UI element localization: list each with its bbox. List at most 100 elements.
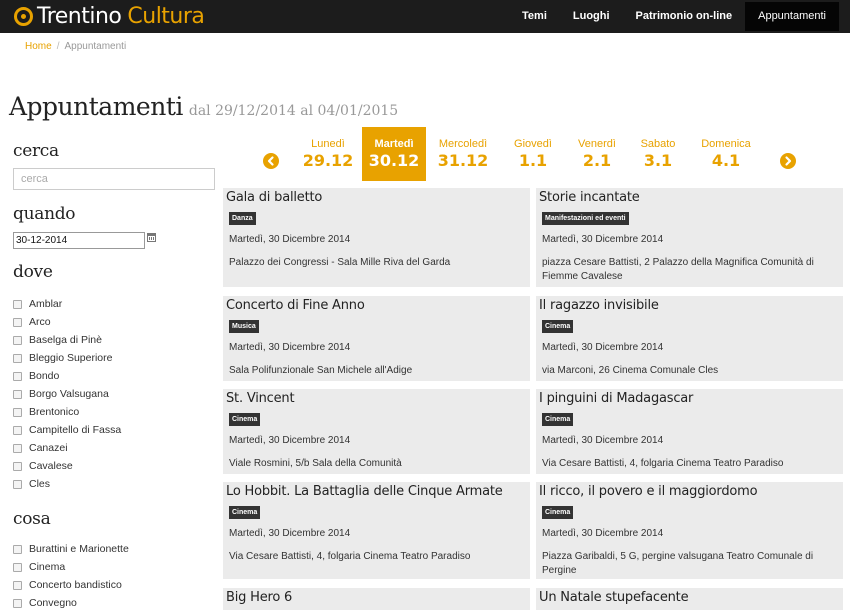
where-option[interactable]: Borgo Valsugana xyxy=(13,385,121,403)
where-option[interactable]: Amblar xyxy=(13,295,121,313)
event-title[interactable]: Un Natale stupefacente xyxy=(539,590,689,605)
day-name: Lunedì xyxy=(311,138,345,150)
where-option[interactable]: Canazei xyxy=(13,439,121,457)
checkbox[interactable] xyxy=(13,389,22,399)
checkbox[interactable] xyxy=(13,353,22,363)
nav-item-patrimonio[interactable]: Patrimonio on-line xyxy=(623,2,746,31)
where-option[interactable]: Campitello di Fassa xyxy=(13,421,121,439)
event-title[interactable]: Storie incantate xyxy=(539,190,640,205)
event-category-badge: Manifestazioni ed eventi xyxy=(542,212,629,225)
nav-item-luoghi[interactable]: Luoghi xyxy=(560,2,623,31)
checkbox[interactable] xyxy=(13,461,22,471)
where-option[interactable]: Brentonico xyxy=(13,403,121,421)
day-thursday[interactable]: Giovedì 1.1 xyxy=(501,127,565,181)
logo-ring-icon xyxy=(14,7,33,26)
prev-week-button[interactable] xyxy=(263,153,279,169)
day-saturday[interactable]: Sabato 3.1 xyxy=(626,127,690,181)
event-card[interactable]: Big Hero 6 xyxy=(223,588,530,610)
event-place: Palazzo dei Congressi - Sala Mille Riva … xyxy=(229,257,451,268)
event-date: Martedì, 30 Dicembre 2014 xyxy=(542,342,664,353)
where-option[interactable]: Bleggio Superiore xyxy=(13,349,121,367)
checkbox[interactable] xyxy=(13,317,22,327)
day-name: Giovedì xyxy=(514,138,552,150)
day-date: 29.12 xyxy=(302,151,354,170)
day-tuesday[interactable]: Martedì 30.12 xyxy=(362,127,426,181)
checkbox[interactable] xyxy=(13,443,22,453)
event-card[interactable]: Storie incantate Manifestazioni ed event… xyxy=(536,188,843,287)
event-title[interactable]: Il ricco, il povero e il maggiordomo xyxy=(539,484,758,499)
what-option[interactable]: Burattini e Marionette xyxy=(13,540,129,558)
day-monday[interactable]: Lunedì 29.12 xyxy=(296,127,360,181)
page-date-range: dal 29/12/2014 al 04/01/2015 xyxy=(188,103,399,119)
event-date: Martedì, 30 Dicembre 2014 xyxy=(229,234,351,245)
day-date: 2.1 xyxy=(582,151,612,170)
checkbox[interactable] xyxy=(13,371,22,381)
event-card[interactable]: I pinguini di Madagascar Cinema Martedì,… xyxy=(536,389,843,474)
where-option[interactable]: Baselga di Pinè xyxy=(13,331,121,349)
where-option[interactable]: Cles xyxy=(13,475,121,493)
site-logo[interactable]: Trentino Cultura xyxy=(14,3,205,30)
top-bar: Trentino Cultura Temi Luoghi Patrimonio … xyxy=(0,0,850,33)
event-card[interactable]: Concerto di Fine Anno Musica Martedì, 30… xyxy=(223,296,530,381)
event-title[interactable]: Lo Hobbit. La Battaglia delle Cinque Arm… xyxy=(226,484,503,499)
checkbox[interactable] xyxy=(13,580,22,590)
checkbox[interactable] xyxy=(13,407,22,417)
event-date: Martedì, 30 Dicembre 2014 xyxy=(542,234,664,245)
event-category-badge: Cinema xyxy=(229,413,261,426)
event-place: Sala Polifunzionale San Michele all'Adig… xyxy=(229,365,413,376)
event-category-badge: Danza xyxy=(229,212,256,225)
chevron-right-circle-icon xyxy=(785,156,792,166)
checkbox[interactable] xyxy=(13,299,22,309)
where-option[interactable]: Bondo xyxy=(13,367,121,385)
event-title[interactable]: Il ragazzo invisibile xyxy=(539,298,659,313)
what-option[interactable]: Cinema xyxy=(13,558,129,576)
date-input[interactable] xyxy=(13,232,145,249)
event-category-badge: Musica xyxy=(229,320,259,333)
event-title[interactable]: Gala di balletto xyxy=(226,190,322,205)
event-place: Via Cesare Battisti, 4, folgaria Cinema … xyxy=(542,458,784,469)
where-list: Amblar Arco Baselga di Pinè Bleggio Supe… xyxy=(13,295,121,493)
breadcrumb-home[interactable]: Home xyxy=(25,41,52,52)
search-input[interactable] xyxy=(13,168,215,190)
event-title[interactable]: I pinguini di Madagascar xyxy=(539,391,693,406)
event-category-badge: Cinema xyxy=(542,320,574,333)
event-card[interactable]: Gala di balletto Danza Martedì, 30 Dicem… xyxy=(223,188,530,287)
next-week-button[interactable] xyxy=(780,153,796,169)
day-date: 30.12 xyxy=(368,151,420,170)
where-option-label: Baselga di Pinè xyxy=(29,334,102,346)
page-title-text: Appuntamenti xyxy=(9,92,183,121)
checkbox[interactable] xyxy=(13,425,22,435)
checkbox[interactable] xyxy=(13,562,22,572)
where-option[interactable]: Cavalese xyxy=(13,457,121,475)
event-place: Viale Rosmini, 5/b Sala della Comunità xyxy=(229,458,402,469)
checkbox[interactable] xyxy=(13,598,22,608)
checkbox[interactable] xyxy=(13,335,22,345)
checkbox[interactable] xyxy=(13,479,22,489)
event-title[interactable]: St. Vincent xyxy=(226,391,295,406)
event-title[interactable]: Big Hero 6 xyxy=(226,590,292,605)
nav-item-temi[interactable]: Temi xyxy=(509,2,560,31)
where-option-label: Campitello di Fassa xyxy=(29,424,122,436)
event-card[interactable]: Il ricco, il povero e il maggiordomo Cin… xyxy=(536,482,843,579)
event-card[interactable]: Lo Hobbit. La Battaglia delle Cinque Arm… xyxy=(223,482,530,579)
what-option[interactable]: Concerto bandistico xyxy=(13,576,129,594)
day-name: Martedì xyxy=(374,138,414,150)
event-place: Via Cesare Battisti, 4, folgaria Cinema … xyxy=(229,551,471,562)
event-title[interactable]: Concerto di Fine Anno xyxy=(226,298,365,313)
calendar-icon[interactable] xyxy=(147,233,156,242)
checkbox[interactable] xyxy=(13,544,22,554)
nav-item-appuntamenti[interactable]: Appuntamenti xyxy=(745,2,839,31)
event-card[interactable]: St. Vincent Cinema Martedì, 30 Dicembre … xyxy=(223,389,530,474)
day-wednesday[interactable]: Mercoledì 31.12 xyxy=(431,127,495,181)
event-card[interactable]: Il ragazzo invisibile Cinema Martedì, 30… xyxy=(536,296,843,381)
event-place: piazza Cesare Battisti, 2 Palazzo della … xyxy=(542,257,814,282)
where-option-label: Canazei xyxy=(29,442,68,454)
day-name: Sabato xyxy=(640,138,676,150)
day-name: Domenica xyxy=(701,138,751,150)
day-sunday[interactable]: Domenica 4.1 xyxy=(694,127,758,181)
event-card[interactable]: Un Natale stupefacente xyxy=(536,588,843,610)
where-heading: dove xyxy=(13,262,53,282)
day-friday[interactable]: Venerdì 2.1 xyxy=(565,127,629,181)
what-option[interactable]: Convegno xyxy=(13,594,129,612)
where-option[interactable]: Arco xyxy=(13,313,121,331)
